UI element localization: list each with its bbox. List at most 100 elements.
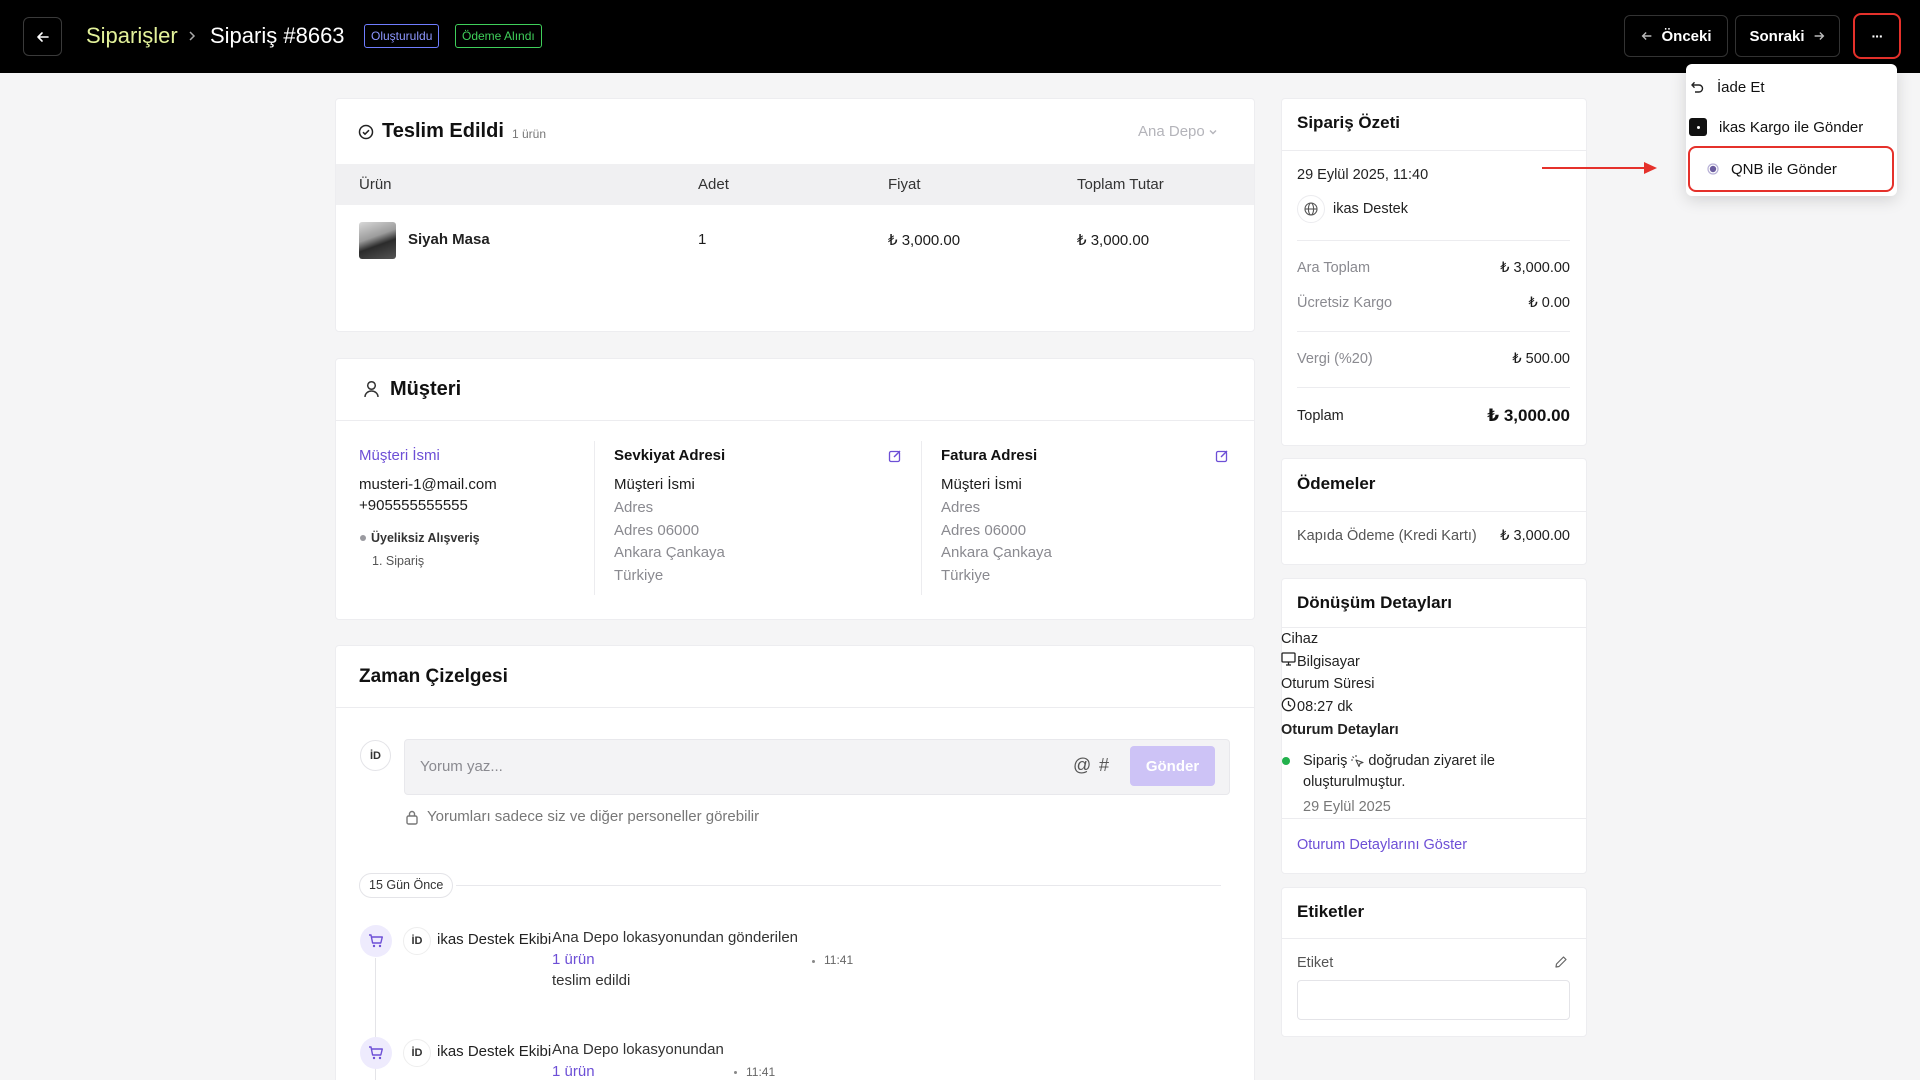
avatar: İD [403, 927, 431, 955]
session-date: 29 Eylül 2025 [1303, 799, 1391, 815]
product-price: ₺ 3,000.00 [888, 232, 961, 249]
lock-icon [406, 810, 418, 825]
subtotal-label: Ara Toplam [1297, 260, 1371, 276]
menu-item-qnb[interactable]: QNB ile Gönder [1707, 159, 1867, 179]
device-value: Bilgisayar [1297, 654, 1360, 670]
mention-button[interactable]: @ [1073, 755, 1091, 776]
product-qty: 1 [698, 231, 707, 248]
event-text: Ana Depo lokasyonundan gönderilen [552, 929, 799, 946]
comment-input[interactable]: Yorum yaz... [420, 758, 503, 775]
timeline-event-icon [360, 1037, 392, 1069]
billing-line: Ankara Çankaya [941, 544, 1052, 561]
chevron-right-icon [189, 31, 196, 41]
session-text: Sipariş doğrudan ziyaret ile [1303, 753, 1495, 769]
separator-dot [734, 1071, 737, 1074]
check-circle-icon [358, 124, 374, 140]
divider [336, 420, 1254, 421]
fulfillment-title: Teslim Edildi [382, 120, 504, 142]
menu-item-label: ikas Kargo ile Gönder [1719, 118, 1864, 136]
edit-icon[interactable] [888, 449, 902, 463]
event-time: 11:41 [746, 1065, 776, 1079]
guest-label: Üyeliksiz Alışveriş [371, 531, 480, 545]
globe-icon [1304, 202, 1318, 216]
fulfillment-count: 1 ürün [512, 127, 547, 141]
show-session-link[interactable]: Oturum Detaylarını Göster [1297, 837, 1467, 853]
menu-item-ikas-cargo[interactable]: ikas Kargo ile Gönder [1689, 117, 1889, 137]
more-icon: ··· [1871, 28, 1884, 44]
payments-title: Ödemeler [1297, 474, 1376, 493]
undo-icon [1691, 81, 1704, 93]
warehouse-label: Ana Depo [1138, 123, 1205, 140]
timeline-event-icon [360, 925, 392, 957]
privacy-note: Yorumları sadece siz ve diğer personelle… [427, 808, 760, 825]
cursor-click-icon [1351, 754, 1364, 767]
edit-icon[interactable] [1215, 449, 1229, 463]
billing-name: Müşteri İsmi [941, 476, 1022, 493]
user-icon [364, 380, 379, 398]
total-label: Toplam [1297, 408, 1344, 424]
arrow-left-icon [1642, 32, 1652, 40]
payment-badge: Ödeme Alındı [455, 24, 542, 48]
back-button[interactable] [23, 17, 62, 56]
timeline-card [335, 645, 1255, 1080]
product-total: ₺ 3,000.00 [1077, 232, 1150, 249]
hashtag-button[interactable]: # [1099, 755, 1109, 776]
channel-name: ikas Destek [1333, 201, 1408, 217]
customer-title: Müşteri [390, 378, 462, 400]
event-link[interactable]: 1 ürün [552, 1063, 595, 1080]
payment-method: Kapıda Ödeme (Kredi Kartı) [1297, 528, 1477, 544]
shipping-value: ₺ 0.00 [1528, 295, 1570, 311]
event-actor: ikas Destek Ekibi [437, 1043, 552, 1060]
total-value: ₺ 3,000.00 [1487, 406, 1570, 425]
event-link[interactable]: 1 ürün [552, 951, 595, 968]
payment-amount: ₺ 3,000.00 [1500, 528, 1570, 544]
divider [1282, 818, 1586, 819]
customer-name-link[interactable]: Müşteri İsmi [359, 447, 440, 464]
previous-button[interactable]: Önceki [1624, 15, 1728, 57]
breadcrumb-orders[interactable]: Siparişler [86, 23, 178, 49]
shipping-line: Ankara Çankaya [614, 544, 725, 561]
column-price: Fiyat [888, 176, 921, 193]
cart-icon [369, 934, 383, 948]
menu-item-label: QNB ile Gönder [1731, 160, 1837, 178]
shipping-title: Sevkiyat Adresi [614, 447, 726, 464]
column-total: Toplam Tutar [1077, 176, 1164, 193]
tax-value: ₺ 500.00 [1512, 351, 1570, 367]
cart-icon [369, 1046, 383, 1060]
previous-label: Önceki [1661, 27, 1712, 45]
shipping-name: Müşteri İsmi [614, 476, 695, 493]
divider [1297, 387, 1570, 388]
tag-input[interactable] [1297, 980, 1570, 1020]
session-text-a: Sipariş [1303, 753, 1348, 769]
guest-dot [360, 535, 366, 541]
event-time: 11:41 [824, 953, 854, 967]
arrow-left-icon [36, 31, 49, 42]
event-text: teslim edildi [552, 972, 631, 989]
clock-icon [1281, 697, 1296, 712]
product-thumbnail[interactable] [359, 222, 396, 259]
product-name[interactable]: Siyah Masa [408, 231, 490, 248]
divider [1297, 240, 1570, 241]
next-button[interactable]: Sonraki [1735, 15, 1840, 57]
qnb-icon [1707, 163, 1719, 175]
separator-dot [812, 960, 815, 963]
arrow-right-icon [1814, 32, 1824, 40]
divider [1282, 511, 1586, 512]
tax-label: Vergi (%20) [1297, 351, 1373, 367]
customer-email[interactable]: musteri-1@mail.com [359, 476, 497, 493]
warehouse-select[interactable]: Ana Depo [1138, 123, 1218, 140]
order-count: 1. Sipariş [372, 554, 425, 568]
timeline-title: Zaman Çizelgesi [359, 666, 508, 687]
top-bar: Siparişler Sipariş #8663 Oluşturuldu Öde… [0, 0, 1920, 73]
divider [1282, 150, 1586, 151]
pencil-icon[interactable] [1554, 955, 1568, 969]
customer-phone[interactable]: +905555555555 [359, 497, 468, 514]
summary-title: Sipariş Özeti [1297, 113, 1400, 132]
session-label: Oturum Detayları [1281, 722, 1399, 738]
more-actions-button[interactable]: ··· [1853, 13, 1901, 59]
menu-item-refund[interactable]: İade Et [1689, 77, 1869, 97]
status-dot [1282, 757, 1290, 765]
divider [594, 441, 595, 595]
event-text: Ana Depo lokasyonundan [552, 1041, 724, 1058]
send-button[interactable]: Gönder [1130, 746, 1215, 786]
